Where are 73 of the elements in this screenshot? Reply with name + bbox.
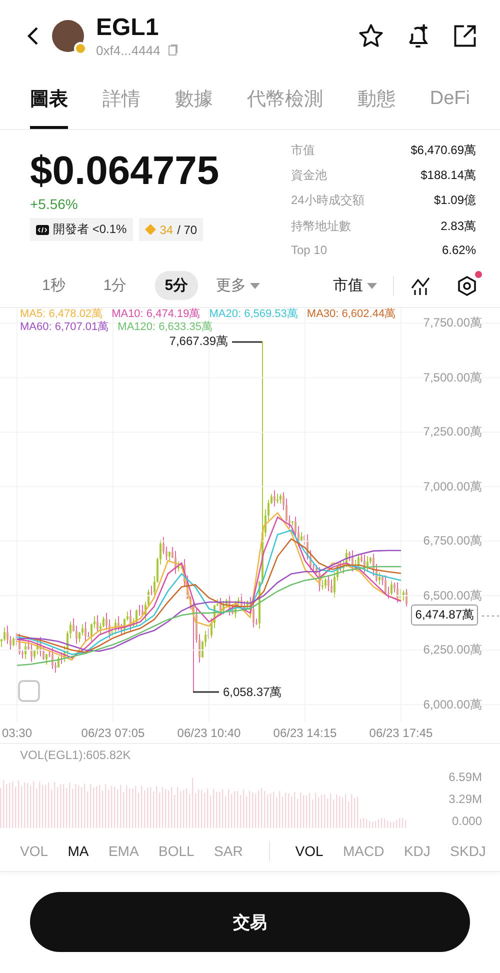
moving-average-legend: MA20: 6,569.53萬 — [209, 308, 298, 321]
moving-average-legend: MA10: 6,474.19萬 — [112, 308, 200, 321]
sub-indicator-tab[interactable]: KDJ — [404, 842, 430, 858]
back-button[interactable] — [26, 26, 40, 46]
tab[interactable]: 數據 — [174, 72, 213, 129]
x-axis-label: 06/23 10:40 — [177, 726, 241, 740]
tab[interactable]: 代幣檢測 — [247, 72, 324, 129]
sub-indicator-tab[interactable]: MACD — [343, 842, 384, 858]
developer-share: 開發者 <0.1% — [53, 221, 127, 238]
low-price-annotation: 6,058.37萬 — [223, 684, 282, 701]
stat-value: $6,470.69萬 — [410, 142, 476, 159]
more-dropdown[interactable]: 更多 — [216, 276, 260, 295]
main-indicator-tab[interactable]: EMA — [108, 842, 139, 858]
price-line — [482, 615, 500, 618]
x-axis-label: 06/23 14:15 — [273, 726, 337, 740]
main-indicator-tab[interactable]: SAR — [214, 842, 243, 858]
stat-value: $188.14萬 — [420, 167, 476, 184]
stat-value: 6.62% — [440, 242, 476, 259]
score-value: 34 — [160, 222, 174, 236]
contract-address: 0xf4...4444 — [96, 42, 160, 58]
tab[interactable]: DeFi — [430, 72, 470, 129]
y-axis-label: 7,250.00萬 — [423, 424, 482, 441]
stat-label: Top 10 — [291, 242, 328, 259]
stat-label: 資金池 — [291, 167, 328, 184]
last-price-tag: 6,474.87萬 — [411, 604, 478, 626]
sub-indicator-tab[interactable]: SKDJ — [450, 842, 486, 858]
volume-axis-label: 6.59M — [448, 770, 482, 784]
main-indicator-tab[interactable]: BOLL — [158, 842, 194, 858]
stat-label: 市值 — [291, 142, 316, 159]
y-axis-label: 6,750.00萬 — [423, 532, 482, 550]
volume-title: VOL(EGL1):605.82K — [20, 748, 131, 762]
indicator-chart-icon[interactable] — [410, 276, 432, 296]
moving-average-legend: MA60: 6,707.01萬 — [20, 321, 109, 334]
diamond-icon — [144, 224, 156, 235]
y-axis-label: 7,500.00萬 — [423, 369, 482, 386]
stat-value: $1.09億 — [432, 192, 476, 210]
volume-axis-label: 3.29M — [448, 792, 482, 806]
stat-label: 24小時成交額 — [291, 192, 366, 210]
token-price: $0.064775 — [30, 148, 220, 194]
y-axis-label: 6,250.00萬 — [423, 642, 482, 659]
timeframe-button[interactable]: 1秒 — [32, 271, 76, 300]
y-axis-label: 7,000.00萬 — [423, 478, 482, 496]
price-change: +5.56% — [30, 196, 79, 212]
caret-icon — [250, 282, 260, 288]
x-axis-label: 06/23 07:05 — [81, 726, 145, 740]
token-title: EGL1 — [96, 14, 160, 40]
sub-indicator-tab[interactable]: VOL — [295, 842, 324, 858]
code-icon — [36, 224, 49, 234]
volume-axis-label: 0.000 — [452, 814, 482, 828]
score-total: / 70 — [177, 222, 198, 236]
x-axis-label: 03:30 — [2, 726, 32, 740]
stat-label: 持幣地址數 — [291, 218, 352, 235]
x-axis-label: 06/23 17:45 — [369, 726, 433, 740]
moving-average-legend: MA30: 6,602.44萬 — [306, 308, 396, 321]
metric-dropdown[interactable]: 市值 — [333, 276, 377, 295]
main-indicator-tab[interactable]: VOL — [20, 842, 48, 858]
y-axis-label: 7,750.00萬 — [423, 314, 482, 332]
stat-value: 2.83萬 — [440, 218, 476, 235]
share-icon[interactable] — [452, 23, 478, 49]
timeframe-button[interactable]: 5分 — [154, 271, 198, 300]
trade-button[interactable]: 交易 — [30, 892, 470, 952]
tab[interactable]: 動態 — [358, 72, 396, 129]
main-indicator-tab[interactable]: MA — [68, 842, 89, 858]
moving-average-legend: MA5: 6,478.02萬 — [20, 308, 103, 321]
timeframe-button[interactable]: 1分 — [93, 271, 137, 300]
y-axis-label: 6,000.00萬 — [423, 696, 482, 714]
caret-icon — [367, 282, 377, 288]
high-price-annotation: 7,667.39萬 — [169, 333, 228, 350]
y-axis-label: 6,500.00萬 — [423, 587, 482, 604]
tab[interactable]: 詳情 — [102, 72, 140, 129]
star-icon[interactable] — [358, 23, 384, 49]
moving-average-legend: MA120: 6,633.35萬 — [118, 321, 212, 334]
tab[interactable]: 圖表 — [30, 72, 68, 129]
